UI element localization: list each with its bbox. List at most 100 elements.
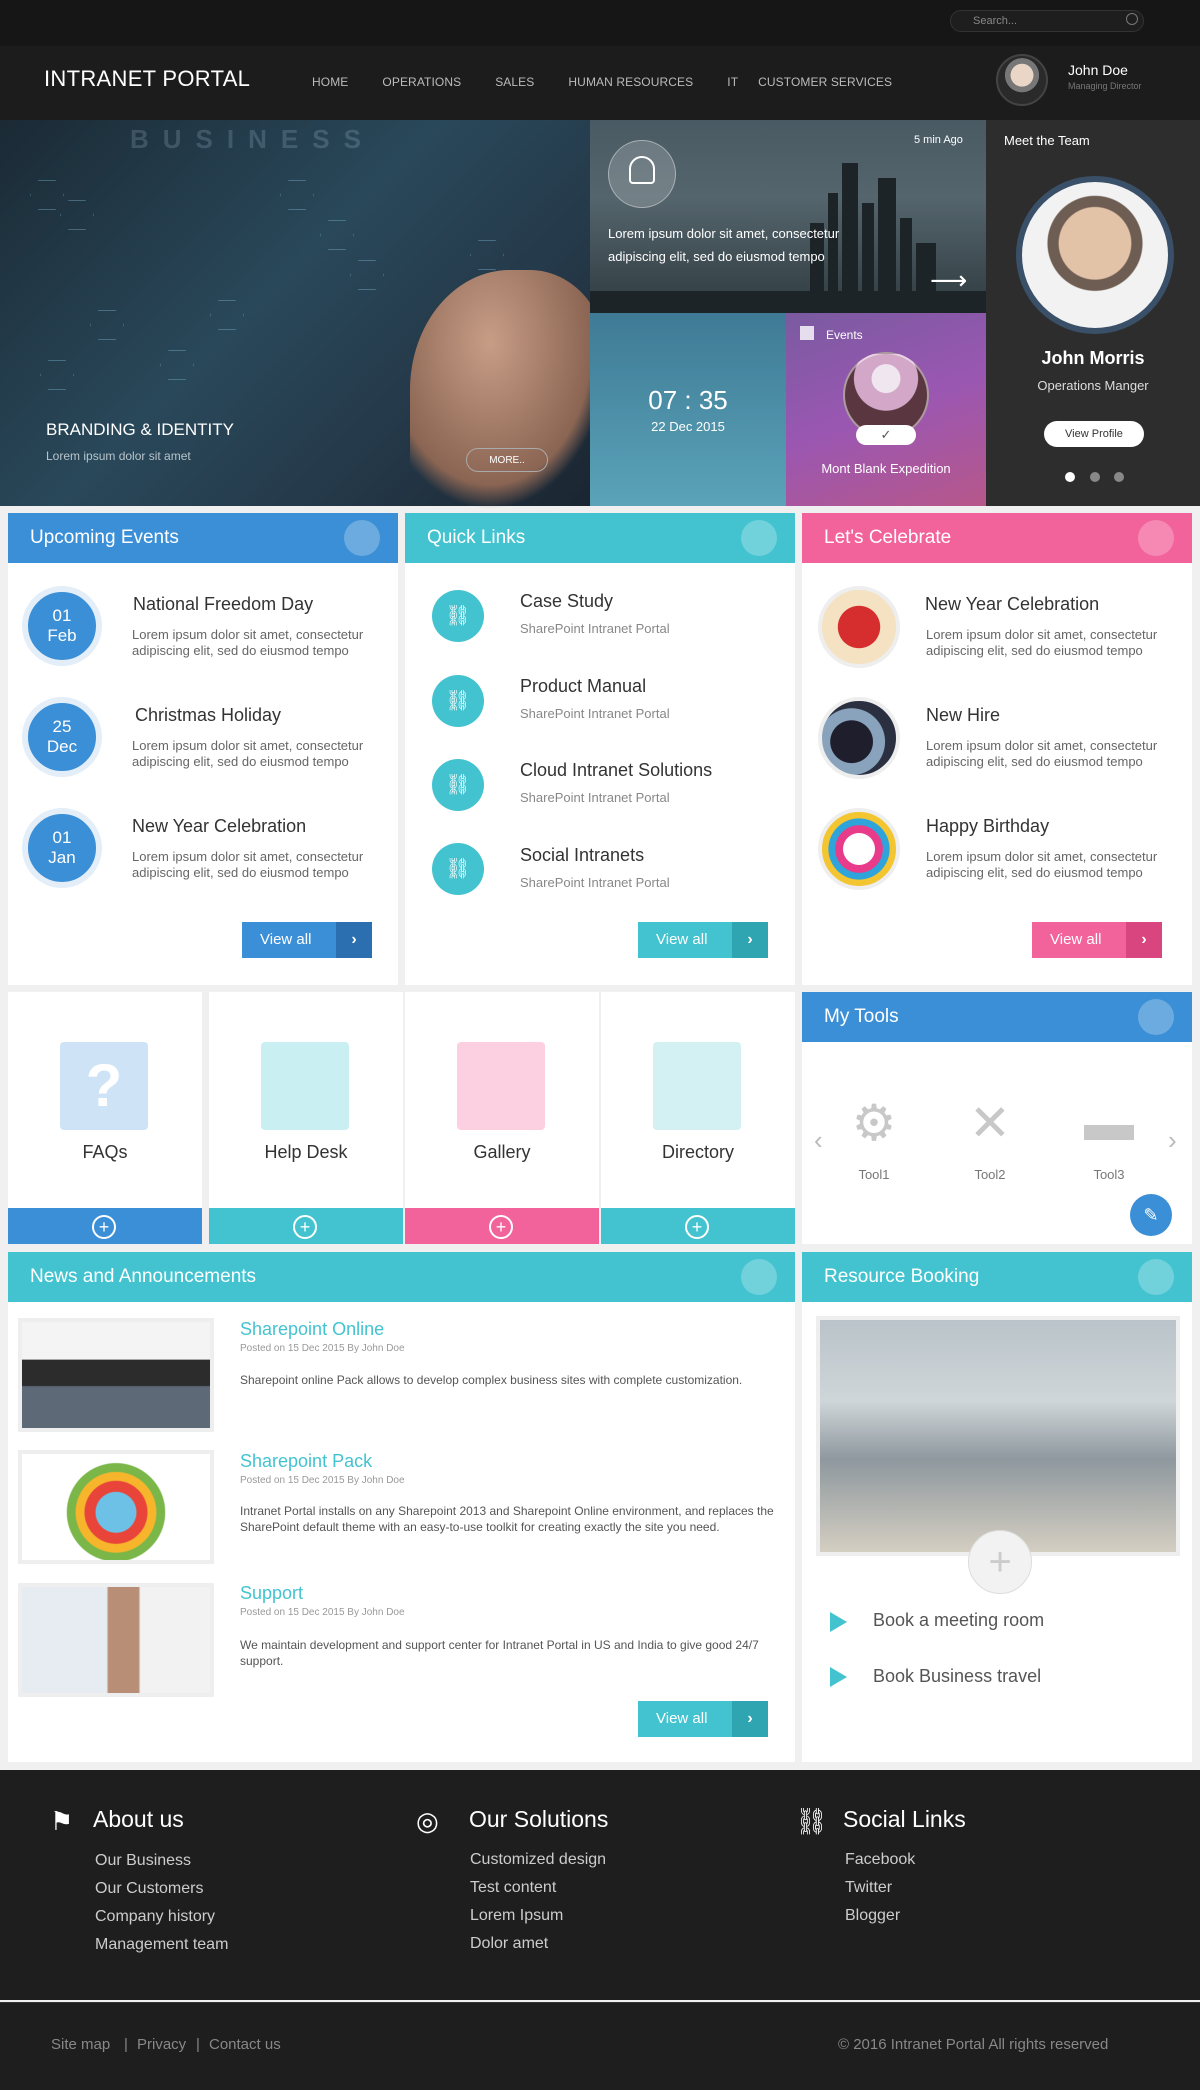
- footer-link[interactable]: Customized design: [470, 1851, 606, 1869]
- footer-link[interactable]: Management team: [95, 1936, 228, 1954]
- book-meeting-room-link[interactable]: Book a meeting room: [873, 1610, 1044, 1631]
- user-name[interactable]: John Doe: [1068, 62, 1128, 78]
- cake-icon[interactable]: [1138, 520, 1174, 556]
- footer-link[interactable]: Test content: [470, 1879, 556, 1897]
- tool-label[interactable]: Tool3: [1077, 1167, 1141, 1182]
- footer-link[interactable]: Company history: [95, 1908, 215, 1926]
- link-icon[interactable]: ⛓: [432, 590, 484, 642]
- link-title[interactable]: Product Manual: [520, 676, 646, 697]
- carousel-dot[interactable]: [1090, 472, 1100, 482]
- nav-it[interactable]: IT: [727, 75, 738, 89]
- link-subtitle: SharePoint Intranet Portal: [520, 790, 670, 805]
- event-title[interactable]: Christmas Holiday: [135, 705, 281, 726]
- link-icon[interactable]: ⛓: [432, 843, 484, 895]
- chevron-right-icon[interactable]: ›: [1168, 1125, 1177, 1156]
- carousel-dot[interactable]: [1065, 472, 1075, 482]
- link-title[interactable]: Cloud Intranet Solutions: [520, 760, 712, 781]
- tile-add-bar[interactable]: +: [405, 1208, 599, 1244]
- view-profile-button[interactable]: View Profile: [1044, 421, 1144, 447]
- link-title[interactable]: Case Study: [520, 591, 613, 612]
- event-title[interactable]: National Freedom Day: [133, 594, 313, 615]
- separator: |: [124, 2036, 128, 2053]
- plus-icon[interactable]: +: [489, 1215, 513, 1239]
- tool-label[interactable]: Tool2: [958, 1167, 1022, 1182]
- link-icon[interactable]: ⛓: [432, 759, 484, 811]
- nav-sales[interactable]: SALES: [495, 75, 534, 89]
- site-map-link[interactable]: Site map: [51, 2036, 110, 2053]
- view-all-button[interactable]: View all ›: [1032, 922, 1162, 958]
- footer-link-twitter[interactable]: Twitter: [845, 1879, 892, 1897]
- user-avatar[interactable]: [996, 54, 1048, 106]
- news-item-body: We maintain development and support cent…: [240, 1638, 759, 1668]
- view-all-button[interactable]: View all ›: [242, 922, 372, 958]
- building-decor: [590, 291, 986, 313]
- tile-add-bar[interactable]: +: [209, 1208, 403, 1244]
- tile-add-bar[interactable]: +: [8, 1208, 202, 1244]
- celebration-title[interactable]: Happy Birthday: [926, 816, 1049, 837]
- event-date: 01 Jan: [22, 808, 102, 888]
- tile-label: Gallery: [473, 1142, 531, 1162]
- newspaper-icon[interactable]: [741, 1259, 777, 1295]
- view-all-button[interactable]: View all ›: [638, 1701, 768, 1737]
- book-business-travel-link[interactable]: Book Business travel: [873, 1666, 1041, 1687]
- footer-link-facebook[interactable]: Facebook: [845, 1851, 915, 1869]
- event-month: Jan: [48, 848, 76, 867]
- send-icon[interactable]: [741, 520, 777, 556]
- footer-link[interactable]: Our Customers: [95, 1880, 203, 1898]
- link-title[interactable]: Social Intranets: [520, 845, 644, 866]
- news-item-title[interactable]: Support: [240, 1583, 303, 1604]
- view-all-button[interactable]: View all ›: [638, 922, 768, 958]
- event-title[interactable]: New Year Celebration: [132, 816, 306, 837]
- contact-link[interactable]: Contact us: [209, 2036, 281, 2053]
- celebration-title[interactable]: New Hire: [926, 705, 1000, 726]
- plus-icon[interactable]: +: [685, 1215, 709, 1239]
- search-input[interactable]: Search...: [950, 10, 1144, 32]
- search-icon[interactable]: [1126, 13, 1138, 25]
- hand-icon[interactable]: [1138, 1259, 1174, 1295]
- carousel-dot[interactable]: [1114, 472, 1124, 482]
- news-item-title[interactable]: Sharepoint Online: [240, 1319, 384, 1340]
- check-icon[interactable]: ✓: [856, 425, 916, 445]
- nav-customer-services[interactable]: CUSTOMER SERVICES: [758, 75, 892, 89]
- nav-home[interactable]: HOME: [312, 75, 348, 89]
- footer-link[interactable]: Our Business: [95, 1852, 191, 1870]
- tile-directory[interactable]: Directory +: [601, 992, 795, 1244]
- tools-icon[interactable]: ✕: [958, 1093, 1022, 1153]
- tile-faqs[interactable]: ? FAQs +: [8, 992, 202, 1244]
- tile-add-bar[interactable]: +: [601, 1208, 795, 1244]
- tile-help-desk[interactable]: Help Desk +: [209, 992, 403, 1244]
- footer-social-title: Social Links: [843, 1806, 966, 1832]
- resource-booking-title: Resource Booking: [824, 1266, 980, 1287]
- news-item-meta: Posted on 15 Dec 2015 By John Doe: [240, 1607, 405, 1618]
- more-button[interactable]: MORE..: [466, 448, 548, 472]
- footer-link[interactable]: Lorem Ipsum: [470, 1907, 563, 1925]
- calendar-icon[interactable]: [344, 520, 380, 556]
- copyright: © 2016 Intranet Portal All rights reserv…: [838, 2036, 1109, 2053]
- plus-icon[interactable]: +: [92, 1215, 116, 1239]
- arrow-right-icon[interactable]: ⟶: [930, 267, 968, 293]
- nav-operations[interactable]: OPERATIONS: [382, 75, 461, 89]
- event-day: 25: [52, 717, 72, 736]
- tile-label: Directory: [661, 1142, 734, 1162]
- celebration-title[interactable]: New Year Celebration: [925, 594, 1099, 615]
- footer-link-blogger[interactable]: Blogger: [845, 1907, 900, 1925]
- link-icon[interactable]: ⛓: [432, 675, 484, 727]
- gear-icon[interactable]: ⚙: [842, 1093, 906, 1153]
- nav-human-resources[interactable]: HUMAN RESOURCES: [568, 75, 693, 89]
- chevron-left-icon[interactable]: ‹: [814, 1125, 823, 1156]
- privacy-link[interactable]: Privacy: [137, 2036, 186, 2053]
- pencil-icon[interactable]: ✎: [1130, 1194, 1172, 1236]
- plus-icon[interactable]: +: [968, 1530, 1032, 1594]
- briefcase-icon[interactable]: ▬: [1077, 1093, 1141, 1153]
- tile-gallery[interactable]: Gallery +: [405, 992, 599, 1244]
- gallery-icon: [457, 1042, 545, 1130]
- news-item-title[interactable]: Sharepoint Pack: [240, 1451, 372, 1472]
- upcoming-events-title: Upcoming Events: [30, 527, 179, 548]
- meeting-room-image: [816, 1316, 1180, 1556]
- gear-icon[interactable]: [1138, 999, 1174, 1035]
- tool-label[interactable]: Tool1: [842, 1167, 906, 1182]
- plus-icon[interactable]: +: [293, 1215, 317, 1239]
- my-tools-title: My Tools: [824, 1006, 899, 1027]
- footer-link[interactable]: Dolor amet: [470, 1935, 548, 1953]
- news-item-meta: Posted on 15 Dec 2015 By John Doe: [240, 1475, 405, 1486]
